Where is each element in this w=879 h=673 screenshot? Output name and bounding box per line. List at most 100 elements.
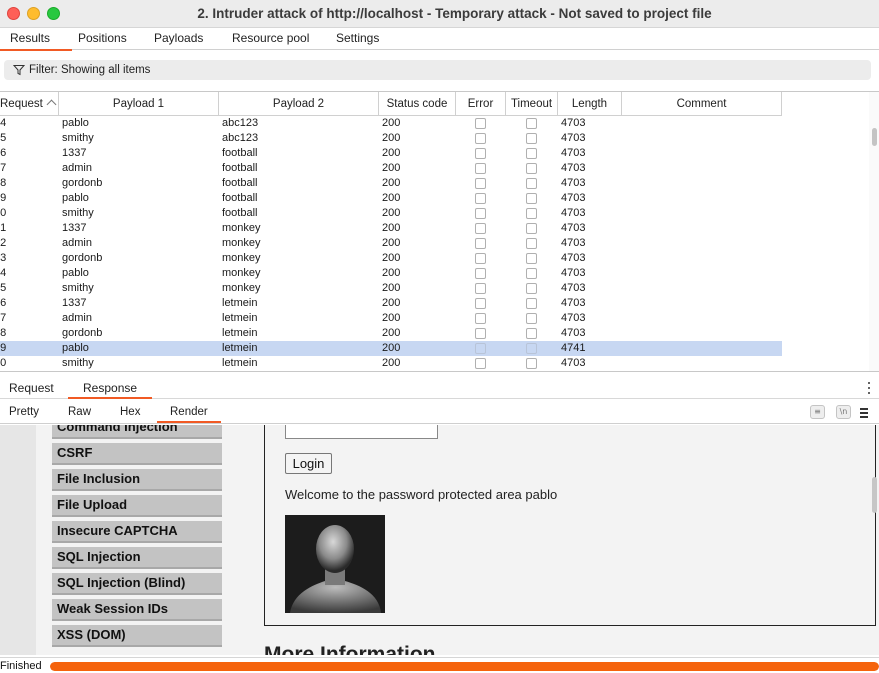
column-header-payload-2[interactable]: Payload 2 — [219, 92, 379, 116]
cell-payload-2: letmein — [222, 342, 258, 354]
cell-payload-1: 1337 — [62, 297, 87, 309]
attack-tabs: Results Positions Payloads Resource pool… — [0, 28, 879, 51]
table-row[interactable]: 65 smithy abc123 200 4703 — [0, 131, 782, 146]
cell-payload-1: gordonb — [62, 177, 103, 189]
show-newlines-icon[interactable]: \n — [836, 405, 851, 419]
password-field[interactable] — [285, 425, 438, 439]
column-header-comment[interactable]: Comment — [622, 92, 782, 116]
cell-payload-1: 1337 — [62, 222, 87, 234]
column-header-request[interactable]: Request — [0, 92, 59, 116]
tab-hex[interactable]: Hex — [120, 406, 140, 418]
error-checkbox — [475, 358, 486, 369]
error-checkbox — [475, 343, 486, 354]
table-row[interactable]: 74 pablo monkey 200 4703 — [0, 266, 782, 281]
table-row[interactable]: 72 admin monkey 200 4703 — [0, 236, 782, 251]
error-checkbox — [475, 223, 486, 234]
table-row[interactable]: 77 admin letmein 200 4703 — [0, 311, 782, 326]
error-checkbox — [475, 163, 486, 174]
filter-bar[interactable]: Filter: Showing all items — [4, 60, 871, 80]
menu-item-csrf[interactable]: CSRF — [52, 443, 222, 465]
menu-item-insecure-captcha[interactable]: Insecure CAPTCHA — [52, 521, 222, 543]
tab-results[interactable]: Results — [0, 31, 73, 51]
table-scrollbar-thumb[interactable] — [872, 128, 877, 146]
cell-request: 79 — [0, 342, 7, 354]
table-row[interactable]: 80 smithy letmein 200 4703 — [0, 356, 782, 371]
menu-icon[interactable] — [860, 408, 868, 420]
cell-payload-1: smithy — [62, 132, 94, 144]
timeout-checkbox — [526, 208, 537, 219]
column-header-payload-1[interactable]: Payload 1 — [59, 92, 219, 116]
table-body: 64 pablo abc123 200 4703 65 smithy abc123 200 470… — [0, 116, 782, 371]
tab-request[interactable]: Request — [9, 381, 54, 395]
menu-item-file-upload[interactable]: File Upload — [52, 495, 222, 517]
table-row[interactable]: 78 gordonb letmein 200 4703 — [0, 326, 782, 341]
error-checkbox — [475, 253, 486, 264]
cell-status-code: 200 — [382, 222, 401, 234]
cell-length: 4703 — [561, 357, 586, 369]
cell-length: 4703 — [561, 267, 586, 279]
cell-payload-2: letmein — [222, 357, 258, 369]
tab-response[interactable]: Response — [83, 381, 137, 395]
more-options-icon[interactable] — [868, 382, 871, 395]
menu-item-file-inclusion[interactable]: File Inclusion — [52, 469, 222, 491]
cell-status-code: 200 — [382, 312, 401, 324]
cell-status-code: 200 — [382, 162, 401, 174]
timeout-checkbox — [526, 343, 537, 354]
table-row[interactable]: 71 1337 monkey 200 4703 — [0, 221, 782, 236]
word-wrap-icon[interactable]: ≡ — [810, 405, 825, 419]
table-row[interactable]: 76 1337 letmein 200 4703 — [0, 296, 782, 311]
table-row[interactable]: 68 gordonb football 200 4703 — [0, 176, 782, 191]
cell-status-code: 200 — [382, 252, 401, 264]
timeout-checkbox — [526, 253, 537, 264]
menu-item-command-injection[interactable]: Command Injection — [52, 425, 222, 439]
table-row[interactable]: 64 pablo abc123 200 4703 — [0, 116, 782, 131]
cell-payload-1: pablo — [62, 267, 89, 279]
window-titlebar: 2. Intruder attack of http://localhost -… — [0, 0, 879, 28]
error-checkbox — [475, 298, 486, 309]
tab-positions[interactable]: Positions — [78, 31, 127, 45]
tab-settings[interactable]: Settings — [336, 31, 379, 45]
menu-item-sql-injection-blind[interactable]: SQL Injection (Blind) — [52, 573, 222, 595]
table-row[interactable]: 69 pablo football 200 4703 — [0, 191, 782, 206]
column-header-error[interactable]: Error — [456, 92, 506, 116]
cell-payload-1: pablo — [62, 117, 89, 129]
column-header-status-code[interactable]: Status code — [379, 92, 456, 116]
cell-request: 66 — [0, 147, 7, 159]
tab-pretty[interactable]: Pretty — [9, 406, 39, 418]
cell-length: 4703 — [561, 282, 586, 294]
message-tabs: Request Response — [0, 378, 879, 399]
render-scrollbar-thumb[interactable] — [872, 477, 877, 513]
menu-item-weak-session-ids[interactable]: Weak Session IDs — [52, 599, 222, 621]
login-button[interactable]: Login — [285, 453, 332, 474]
table-row[interactable]: 66 1337 football 200 4703 — [0, 146, 782, 161]
cell-length: 4741 — [561, 342, 586, 354]
cell-status-code: 200 — [382, 297, 401, 309]
tab-payloads[interactable]: Payloads — [154, 31, 203, 45]
menu-item-xss-dom[interactable]: XSS (DOM) — [52, 625, 222, 647]
progress-fill — [50, 662, 879, 671]
table-row[interactable]: 75 smithy monkey 200 4703 — [0, 281, 782, 296]
column-header-length[interactable]: Length — [558, 92, 622, 116]
table-row[interactable]: 73 gordonb monkey 200 4703 — [0, 251, 782, 266]
cell-request: 70 — [0, 207, 7, 219]
timeout-checkbox — [526, 223, 537, 234]
cell-status-code: 200 — [382, 117, 401, 129]
filter-label: Filter: Showing all items — [29, 64, 151, 76]
table-row[interactable]: 67 admin football 200 4703 — [0, 161, 782, 176]
tab-resource-pool[interactable]: Resource pool — [232, 31, 309, 45]
cell-request: 77 — [0, 312, 7, 324]
cell-payload-2: monkey — [222, 222, 261, 234]
table-scrollbar[interactable] — [869, 92, 879, 371]
column-header-timeout[interactable]: Timeout — [506, 92, 558, 116]
timeout-checkbox — [526, 268, 537, 279]
tab-render[interactable]: Render — [170, 406, 208, 418]
cell-length: 4703 — [561, 297, 586, 309]
timeout-checkbox — [526, 178, 537, 189]
table-row[interactable]: 70 smithy football 200 4703 — [0, 206, 782, 221]
timeout-checkbox — [526, 313, 537, 324]
cell-status-code: 200 — [382, 282, 401, 294]
table-row[interactable]: 79 pablo letmein 200 4741 — [0, 341, 782, 356]
menu-item-sql-injection[interactable]: SQL Injection — [52, 547, 222, 569]
tab-raw[interactable]: Raw — [68, 406, 91, 418]
user-avatar — [285, 515, 385, 613]
